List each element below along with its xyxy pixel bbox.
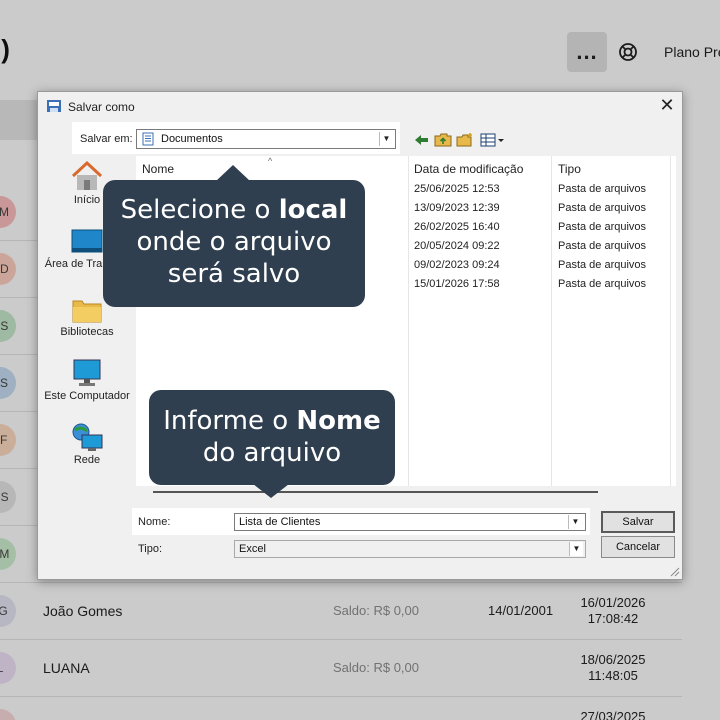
folder-icon [72,300,102,323]
file-type[interactable]: Pasta de arquivos [558,278,646,297]
save-button[interactable]: Salvar [601,511,675,533]
file-type[interactable]: Pasta de arquivos [558,202,646,221]
place-label: Rede [73,454,101,466]
chevron-down-icon[interactable]: ▼ [568,515,582,529]
horizontal-scrollbar[interactable] [153,491,598,493]
column-header-modified[interactable]: Data de modificação [414,162,523,176]
location-tooltip: Selecione o local onde o arquivo será sa… [103,180,365,307]
file-type[interactable]: Pasta de arquivos [558,183,646,202]
network-icon [72,423,103,451]
chevron-down-icon[interactable]: ▼ [569,542,583,556]
view-menu-icon[interactable] [480,132,506,148]
file-type[interactable]: Pasta de arquivos [558,240,646,259]
column-divider[interactable] [551,156,552,486]
tooltip-text: do arquivo [202,438,342,468]
file-name-input[interactable]: Lista de Clientes [234,513,586,531]
tooltip-emphasis: Nome [296,406,381,436]
desktop-icon [71,229,103,253]
close-icon[interactable]: ✕ [658,96,676,114]
file-type[interactable]: Pasta de arquivos [558,221,646,240]
tooltip-text: Selecione o [120,195,279,225]
file-modified[interactable]: 25/06/2025 12:53 [414,183,500,202]
computer-icon [73,359,101,386]
place-label: Bibliotecas [60,326,114,338]
column-header-name[interactable]: Nome [142,162,174,176]
place-network[interactable]: Rede [42,422,132,466]
tooltip-text: será salvo [167,259,301,289]
column-header-type[interactable]: Tipo [558,162,581,176]
tooltip-emphasis: local [278,195,348,225]
place-label: Este Computador [44,390,130,402]
chevron-down-icon[interactable]: ▼ [379,132,393,146]
documents-icon [142,132,154,146]
new-folder-icon[interactable] [456,132,474,148]
tooltip-text: onde o arquivo [136,227,332,257]
resize-grip-icon[interactable] [670,567,680,577]
file-type-label: Tipo: [138,543,163,555]
file-name-label: Nome: [138,516,171,528]
home-icon [71,160,103,190]
app-icon [47,100,61,112]
back-arrow-icon[interactable] [413,132,431,148]
file-type[interactable]: Pasta de arquivos [558,259,646,278]
file-modified[interactable]: 15/01/2026 17:58 [414,278,500,297]
file-modified[interactable]: 26/02/2025 16:40 [414,221,500,240]
tooltip-pointer [216,165,250,181]
dialog-title: Salvar como [68,100,135,114]
file-modified[interactable]: 13/09/2023 12:39 [414,202,500,221]
file-modified[interactable]: 09/02/2023 09:24 [414,259,500,278]
file-modified[interactable]: 20/05/2024 09:22 [414,240,500,259]
tooltip-pointer [253,484,289,498]
place-computer[interactable]: Este Computador [42,358,132,402]
name-tooltip: Informe o Nome do arquivo [149,390,395,485]
save-in-label: Salvar em: [80,133,133,145]
save-in-bar: Salvar em: Documentos ▼ [72,122,400,154]
tooltip-text: Informe o [163,406,297,436]
save-in-select[interactable]: Documentos ▼ [136,129,396,149]
column-divider[interactable] [408,156,409,486]
sort-ascending-icon: ^ [268,156,273,166]
column-divider[interactable] [670,156,671,486]
up-folder-icon[interactable] [434,132,452,148]
file-type-select[interactable]: Excel [234,540,586,558]
file-name-bar: Nome: Lista de Clientes ▼ [132,508,590,535]
cancel-button[interactable]: Cancelar [601,536,675,558]
save-as-dialog: Salvar como ✕ Salvar em: Documentos ▼ In… [37,91,683,580]
save-in-value: Documentos [161,133,223,145]
